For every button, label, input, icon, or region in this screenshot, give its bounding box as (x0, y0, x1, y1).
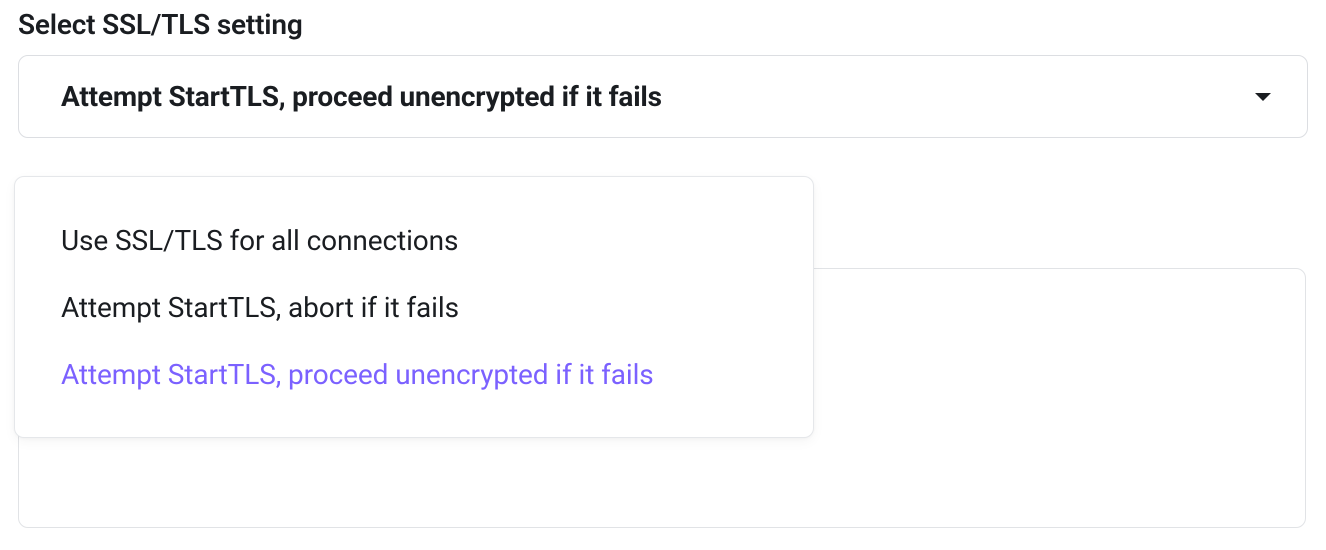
ssl-tls-dropdown: Use SSL/TLS for all connections Attempt … (14, 176, 814, 438)
option-starttls-abort[interactable]: Attempt StartTLS, abort if it fails (27, 274, 801, 341)
select-current-value: Attempt StartTLS, proceed unencrypted if… (61, 80, 662, 113)
option-use-ssl-tls[interactable]: Use SSL/TLS for all connections (27, 207, 801, 274)
ssl-tls-select[interactable]: Attempt StartTLS, proceed unencrypted if… (18, 55, 1308, 138)
option-starttls-proceed[interactable]: Attempt StartTLS, proceed unencrypted if… (27, 341, 801, 408)
field-label: Select SSL/TLS setting (18, 8, 1308, 41)
caret-down-icon (1255, 93, 1271, 101)
